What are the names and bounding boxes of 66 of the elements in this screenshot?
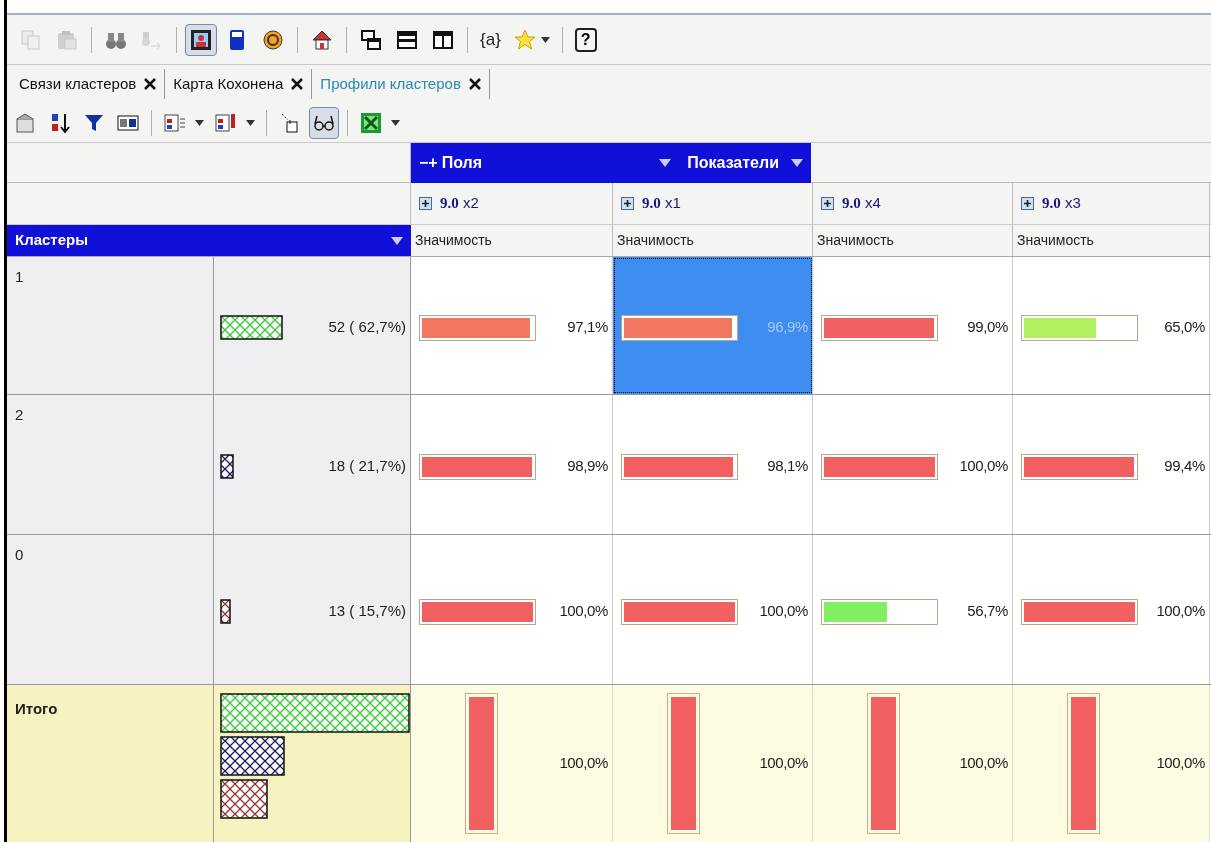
caret-icon[interactable]: [391, 236, 403, 245]
expand-icon[interactable]: [1021, 197, 1034, 210]
expand-icon[interactable]: [419, 197, 432, 210]
column-header: Значимость: [411, 225, 613, 256]
copy-icon: [19, 27, 43, 52]
cluster-label: 2: [15, 406, 24, 423]
spreadsheet-icon: [359, 110, 383, 135]
column-header: Значимость: [813, 225, 1013, 256]
cluster-label: 0: [15, 546, 24, 563]
value-text: 96,9%: [767, 317, 808, 338]
value-text: 65,0%: [1164, 317, 1205, 338]
count-bar: [220, 315, 283, 340]
refresh-icon: [261, 27, 285, 52]
close-icon[interactable]: [144, 78, 157, 90]
expand-icon[interactable]: [621, 197, 634, 210]
count-bar: [220, 599, 231, 624]
caret-icon[interactable]: [659, 159, 672, 167]
value-text: 100,0%: [559, 601, 608, 622]
portrait-icon: [189, 27, 213, 52]
toolbar-button[interactable]: [185, 23, 217, 56]
cluster-label: 1: [15, 268, 24, 285]
value-text: 100,0%: [759, 753, 808, 774]
value-text: 99,4%: [1164, 456, 1205, 477]
count-text: 18 ( 21,7%): [328, 456, 406, 477]
value-text: 100,0%: [559, 753, 608, 774]
value-text: 98,9%: [567, 456, 608, 477]
close-icon[interactable]: [468, 78, 481, 90]
caret-icon[interactable]: [391, 119, 400, 126]
value-text: 100,0%: [959, 456, 1008, 477]
value-text: 56,7%: [967, 601, 1008, 622]
column-header: Значимость: [613, 225, 813, 256]
caret-icon[interactable]: [540, 36, 550, 43]
count-text: 13 ( 15,7%): [328, 601, 406, 622]
tab[interactable]: Карта Кохонена: [165, 69, 313, 99]
toolbar-button[interactable]: {a}: [476, 23, 505, 56]
column-title: 9.0 x4: [842, 193, 881, 214]
column-header: Значимость: [1013, 225, 1210, 256]
total-label: Итого: [15, 700, 58, 717]
value-text: 99,0%: [967, 317, 1008, 338]
measures-label[interactable]: Показатели: [687, 151, 779, 175]
value-text: 100,0%: [1156, 601, 1205, 622]
caret-icon[interactable]: [246, 119, 255, 126]
toolbar-button[interactable]: [309, 106, 339, 139]
windows-icon: [359, 27, 383, 52]
column-title: 9.0 x1: [642, 193, 681, 214]
expand-icon[interactable]: [821, 197, 834, 210]
fields-label[interactable]: Поля: [441, 151, 660, 175]
column-title: 9.0 x3: [1042, 193, 1081, 214]
value-text: 98,1%: [767, 456, 808, 477]
count-bar: [220, 736, 285, 776]
value-text: 100,0%: [759, 601, 808, 622]
caret-icon[interactable]: [791, 159, 803, 167]
close-icon[interactable]: [291, 78, 304, 90]
row-header[interactable]: Кластеры: [7, 225, 411, 256]
star-icon: [512, 27, 537, 52]
caret-icon[interactable]: [195, 119, 204, 126]
tab[interactable]: Профили кластеров: [312, 69, 490, 99]
value-text: 100,0%: [959, 753, 1008, 774]
count-bar: [220, 454, 234, 479]
count-text: 52 ( 62,7%): [328, 317, 406, 338]
count-bar: [220, 779, 268, 819]
value-text: 97,1%: [567, 317, 608, 338]
column-title: 9.0 x2: [440, 193, 479, 214]
expand-toggle[interactable]: −+: [419, 151, 438, 175]
tab[interactable]: Связи кластеров: [11, 69, 166, 99]
value-text: 100,0%: [1156, 753, 1205, 774]
